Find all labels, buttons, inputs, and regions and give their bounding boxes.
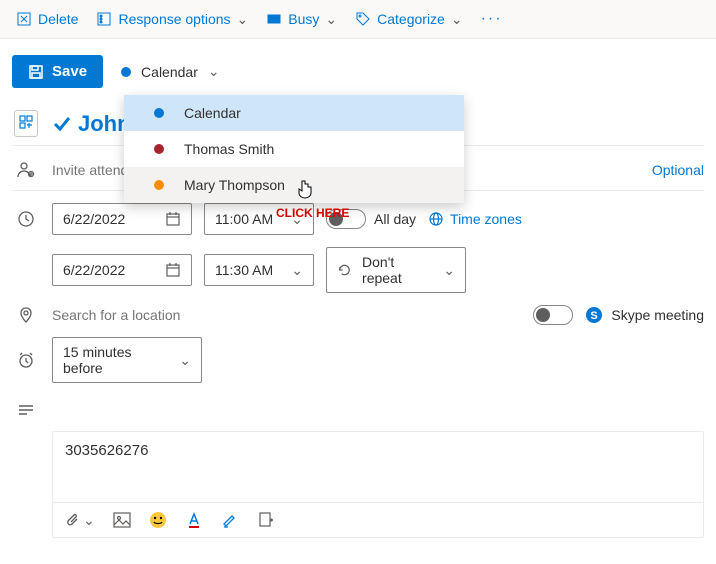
start-time-field[interactable]: 11:00 AM ⌄ <box>204 203 314 235</box>
dropdown-item-calendar[interactable]: Calendar <box>124 95 464 131</box>
save-button[interactable]: Save <box>12 55 103 88</box>
description-textarea[interactable]: 3035626276 <box>53 432 703 502</box>
repeat-label: Don't repeat <box>362 254 433 286</box>
command-bar: Delete Response options ⌄ Busy ⌄ Categor… <box>0 0 716 39</box>
insert-icon[interactable] <box>257 511 275 529</box>
chevron-down-icon: ⌄ <box>83 512 95 529</box>
chevron-down-icon: ⌄ <box>451 11 463 28</box>
all-day-label: All day <box>374 211 416 227</box>
busy-icon <box>266 11 282 27</box>
time-zones-link[interactable]: Time zones <box>428 211 522 227</box>
people-icon <box>17 161 35 179</box>
tag-icon <box>355 11 371 27</box>
busy-label: Busy <box>288 11 319 27</box>
dropdown-item-label: Mary Thompson <box>184 177 285 193</box>
end-time-value: 11:30 AM <box>215 262 273 278</box>
highlight-icon[interactable] <box>221 511 239 529</box>
start-date-value: 6/22/2022 <box>63 211 125 227</box>
end-time-field[interactable]: 11:30 AM ⌄ <box>204 254 314 286</box>
dot-icon <box>154 144 164 154</box>
chevron-down-icon: ⌄ <box>325 11 337 28</box>
chevron-down-icon: ⌄ <box>208 63 220 80</box>
more-button[interactable]: ··· <box>481 10 503 28</box>
toggle-icon <box>19 115 33 129</box>
dot-icon <box>154 180 164 190</box>
alarm-icon <box>17 351 35 369</box>
calendar-selector[interactable]: Calendar ⌄ <box>121 63 220 80</box>
response-icon <box>96 11 112 27</box>
location-row: S Skype meeting <box>12 305 704 325</box>
dropdown-item-label: Calendar <box>184 105 241 121</box>
delete-icon <box>16 11 32 27</box>
emoji-icon[interactable] <box>149 511 167 529</box>
calendar-icon <box>165 211 181 227</box>
svg-text:S: S <box>591 310 598 322</box>
delete-button[interactable]: Delete <box>16 11 78 27</box>
categorize-button[interactable]: Categorize ⌄ <box>355 11 462 28</box>
calendar-dropdown: Calendar Thomas Smith Mary Thompson <box>124 95 464 203</box>
event-title[interactable]: John <box>52 111 131 137</box>
description-row <box>12 395 704 419</box>
skype-meeting: S Skype meeting <box>585 306 704 324</box>
response-label: Response options <box>118 11 230 27</box>
chevron-down-icon: ⌄ <box>179 352 191 369</box>
calendar-icon <box>165 262 181 278</box>
repeat-icon <box>337 262 352 278</box>
chevron-down-icon: ⌄ <box>291 262 303 279</box>
busy-button[interactable]: Busy ⌄ <box>266 11 337 28</box>
response-options-button[interactable]: Response options ⌄ <box>96 11 248 28</box>
dropdown-item-thomas[interactable]: Thomas Smith <box>124 131 464 167</box>
end-date-field[interactable]: 6/22/2022 <box>52 254 192 286</box>
chevron-down-icon: ⌄ <box>291 211 303 228</box>
end-date-value: 6/22/2022 <box>63 262 125 278</box>
clock-icon <box>17 210 35 228</box>
paperclip-icon <box>65 512 81 528</box>
location-icon <box>17 306 35 324</box>
repeat-field[interactable]: Don't repeat ⌄ <box>326 247 466 293</box>
end-datetime-row: 6/22/2022 11:30 AM ⌄ Don't repeat ⌄ <box>12 247 704 293</box>
event-title-text: John <box>78 111 131 137</box>
dot-icon <box>154 108 164 118</box>
save-label: Save <box>52 63 87 80</box>
description-box: 3035626276 ⌄ <box>52 431 704 538</box>
optional-link[interactable]: Optional <box>652 162 704 178</box>
reminder-label: 15 minutes before <box>63 344 171 376</box>
categorize-label: Categorize <box>377 11 445 27</box>
font-color-icon[interactable] <box>185 511 203 529</box>
all-day-toggle-group: All day <box>326 209 416 229</box>
globe-icon <box>428 211 444 227</box>
description-icon <box>17 401 35 419</box>
picture-icon[interactable] <box>113 512 131 528</box>
save-row: Save Calendar ⌄ <box>12 55 704 88</box>
skype-toggle[interactable] <box>533 305 573 325</box>
checkmark-icon <box>52 114 72 134</box>
dropdown-item-mary[interactable]: Mary Thompson <box>124 167 464 203</box>
start-date-field[interactable]: 6/22/2022 <box>52 203 192 235</box>
start-datetime-row: 6/22/2022 11:00 AM ⌄ All day Time zones <box>12 203 704 235</box>
time-zones-label: Time zones <box>450 211 522 227</box>
chevron-down-icon: ⌄ <box>443 262 455 279</box>
start-time-value: 11:00 AM <box>215 211 273 227</box>
dropdown-item-label: Thomas Smith <box>184 141 274 157</box>
description-toolbar: ⌄ <box>53 502 703 537</box>
title-format-button[interactable] <box>14 110 38 137</box>
location-input[interactable] <box>52 307 521 323</box>
all-day-toggle[interactable] <box>326 209 366 229</box>
reminder-field[interactable]: 15 minutes before ⌄ <box>52 337 202 383</box>
delete-label: Delete <box>38 11 78 27</box>
calendar-selector-label: Calendar <box>141 64 198 80</box>
event-form: Save Calendar ⌄ Calendar Thomas Smith Ma… <box>0 39 716 550</box>
calendar-dot-icon <box>121 67 131 77</box>
chevron-down-icon: ⌄ <box>237 11 249 28</box>
skype-icon: S <box>585 306 603 324</box>
reminder-row: 15 minutes before ⌄ <box>12 337 704 383</box>
attach-button[interactable]: ⌄ <box>65 512 95 529</box>
skype-label: Skype meeting <box>611 307 704 323</box>
save-icon <box>28 64 44 80</box>
